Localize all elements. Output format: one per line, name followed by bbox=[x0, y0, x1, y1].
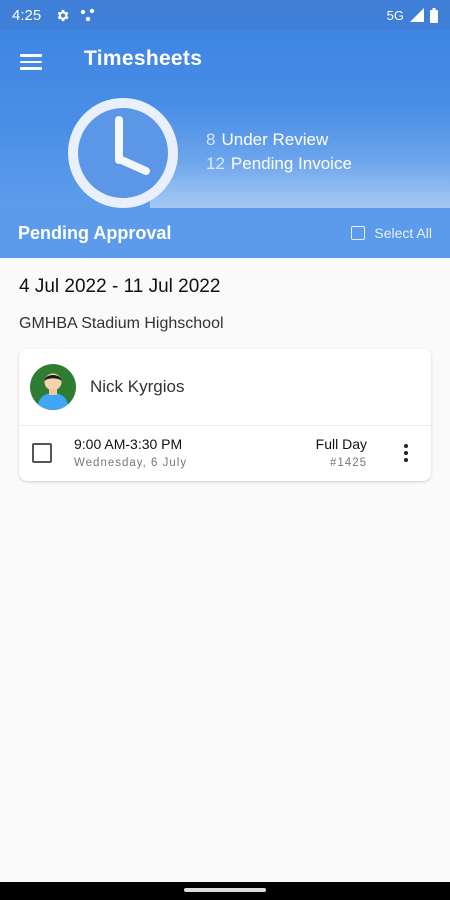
person-name: Nick Kyrgios bbox=[90, 377, 185, 396]
stat-count: 12 bbox=[206, 154, 225, 173]
date-range-heading: 4 Jul 2022 - 11 Jul 2022 bbox=[19, 276, 221, 297]
timesheet-stats: 8 Under Review 12 Pending Invoice bbox=[206, 128, 352, 176]
stat-under-review[interactable]: 8 Under Review bbox=[206, 128, 352, 152]
school-name: GMHBA Stadium Highschool bbox=[19, 315, 224, 332]
section-title: Pending Approval bbox=[18, 222, 172, 243]
select-all-box[interactable] bbox=[351, 226, 366, 240]
more-vertical-icon[interactable] bbox=[401, 442, 411, 466]
network-label: 5G bbox=[386, 7, 404, 23]
notification-dots-icon bbox=[80, 8, 96, 22]
card-header: Nick Kyrgios bbox=[19, 349, 431, 426]
select-all-label: Select All bbox=[374, 225, 432, 241]
stat-label: Under Review bbox=[221, 130, 329, 149]
avatar bbox=[30, 364, 76, 410]
entry-day: Wednesday, 6 July bbox=[74, 457, 188, 469]
stat-label: Pending Invoice bbox=[230, 154, 352, 173]
pending-approval-bar: Pending Approval Select All bbox=[0, 208, 450, 258]
status-time: 4:25 bbox=[12, 6, 42, 24]
timesheet-entry-row[interactable]: 9:00 AM-3:30 PM Wednesday, 6 July Full D… bbox=[19, 426, 431, 480]
stat-pending-invoice[interactable]: 12 Pending Invoice bbox=[206, 152, 352, 176]
select-all-checkbox[interactable]: Select All bbox=[351, 225, 432, 241]
battery-icon bbox=[430, 7, 438, 23]
page-title: Timesheets bbox=[84, 47, 203, 70]
status-right: 5G bbox=[386, 7, 438, 23]
home-handle[interactable] bbox=[184, 888, 266, 892]
stat-count: 8 bbox=[206, 130, 216, 149]
entry-time-range: 9:00 AM-3:30 PM bbox=[74, 436, 183, 452]
signal-icon bbox=[410, 8, 424, 22]
navigation-bar bbox=[0, 882, 450, 900]
entry-checkbox[interactable] bbox=[32, 443, 52, 463]
menu-icon[interactable] bbox=[20, 50, 46, 72]
status-bar: 4:25 5G bbox=[0, 0, 450, 30]
timesheet-card: Nick Kyrgios 9:00 AM-3:30 PM Wednesday, … bbox=[19, 349, 431, 481]
entry-type: Full Day bbox=[315, 436, 367, 452]
entry-reference: #1425 bbox=[330, 457, 367, 469]
clock-icon bbox=[68, 98, 178, 208]
gear-icon bbox=[55, 8, 70, 23]
app-header: Timesheets 8 Under Review 12 Pending Invoi… bbox=[0, 30, 450, 208]
